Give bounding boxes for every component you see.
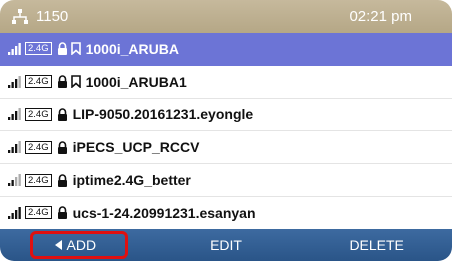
ssid-label: ucs-1-24.20991231.esanyan [72,204,256,221]
edit-label: EDIT [210,237,242,253]
add-button[interactable]: ADD [0,229,151,261]
status-bar: 1150 02:21 pm [0,0,452,33]
bookmark-icon [70,42,81,56]
band-badge: 2.4G [25,107,52,121]
wifi-network-row[interactable]: 2.4G iPECS_UCP_RCCV [0,131,452,165]
soft-key-bar: ADD EDIT DELETE [0,229,452,261]
delete-button[interactable]: DELETE [301,229,452,261]
phone-screen: 1150 02:21 pm 2.4G 1000i_ARUBA 2.4G 1000i… [0,0,452,261]
band-badge: 2.4G [25,42,52,56]
wifi-network-row[interactable]: 2.4G 1000i_ARUBA1 [0,66,452,99]
lock-icon [57,75,68,89]
delete-label: DELETE [349,237,404,253]
ssid-label: iptime2.4G_better [72,172,191,189]
wifi-network-row[interactable]: 2.4G iptime2.4G_better [0,164,452,197]
lock-icon [57,108,68,121]
signal-strength-icon [8,42,22,55]
signal-strength-icon [8,174,22,187]
band-badge: 2.4G [25,140,52,154]
signal-strength-icon [8,206,22,219]
ssid-label: 1000i_ARUBA1 [85,73,187,90]
lock-icon [57,206,68,220]
ssid-label: LIP-9050.20161231.eyongle [72,106,254,123]
band-badge: 2.4G [25,173,52,187]
wifi-network-row[interactable]: 2.4G ucs-1-24.20991231.esanyan [0,197,452,230]
bookmark-icon [70,75,81,89]
band-badge: 2.4G [25,206,52,220]
ssid-label: 1000i_ARUBA [85,40,179,57]
lock-icon [57,141,68,154]
extension-number: 1150 [36,8,69,25]
edit-button[interactable]: EDIT [151,229,302,261]
network-icon [10,7,30,27]
lock-icon [57,173,68,187]
ssid-label: iPECS_UCP_RCCV [72,139,200,156]
wifi-network-list: 2.4G 1000i_ARUBA 2.4G 1000i_ARUBA1 2.4G LI… [0,33,452,230]
add-highlight-box [30,231,128,259]
lock-icon [57,42,68,56]
band-badge: 2.4G [25,75,52,89]
signal-strength-icon [8,108,22,121]
signal-strength-icon [8,141,22,154]
signal-strength-icon [8,75,22,88]
clock: 02:21 pm [349,8,412,25]
wifi-network-row[interactable]: 2.4G LIP-9050.20161231.eyongle [0,99,452,132]
wifi-network-row[interactable]: 2.4G 1000i_ARUBA [0,33,452,66]
